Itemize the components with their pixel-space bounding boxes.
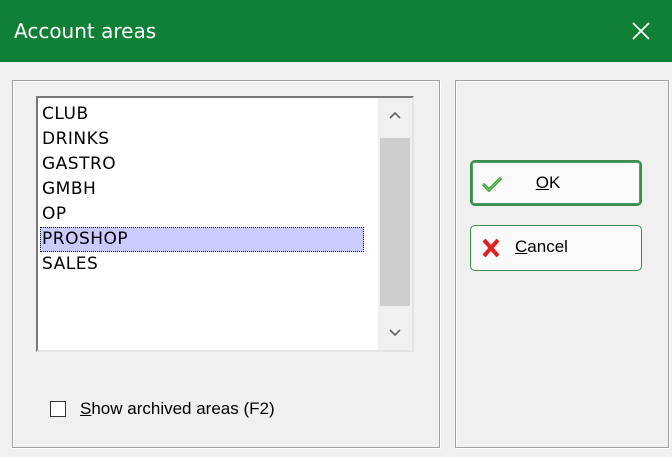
scroll-up-button[interactable] [378,98,412,132]
list-item[interactable]: GASTRO [40,152,364,177]
show-archived-checkbox[interactable] [50,401,66,417]
chevron-down-icon [389,329,401,337]
account-areas-list[interactable]: CLUB DRINKS GASTRO GMBH OP PROSHOP SALES [36,96,414,352]
list-item[interactable]: GMBH [40,177,364,202]
title-bar[interactable]: Account areas [0,0,672,62]
show-archived-checkbox-row[interactable]: Show archived areas (F2) [50,396,275,422]
scroll-thumb[interactable] [380,138,410,306]
cancel-label: Cancel [515,237,587,257]
ok-button[interactable]: OK [470,160,642,206]
red-x-icon [482,238,500,258]
list-item[interactable]: OP [40,202,364,227]
ok-label: OK [512,173,584,193]
scroll-down-button[interactable] [378,316,412,350]
list-item[interactable]: DRINKS [40,127,364,152]
access-key: S [80,399,92,418]
checkmark-icon [481,176,503,193]
close-icon [632,22,650,40]
close-button[interactable] [610,0,672,62]
dialog-body: CLUB DRINKS GASTRO GMBH OP PROSHOP SALES [0,62,672,457]
label-text: ancel [527,237,568,256]
list-item-selected[interactable]: PROSHOP [40,227,364,252]
show-archived-label[interactable]: Show archived areas (F2) [80,399,275,419]
chevron-up-icon [389,111,401,119]
cancel-button[interactable]: Cancel [470,225,642,271]
list-items: CLUB DRINKS GASTRO GMBH OP PROSHOP SALES [40,102,364,277]
label-text: how archived areas (F2) [91,399,275,418]
access-key: O [535,173,549,192]
window-title: Account areas [14,19,157,43]
list-item[interactable]: CLUB [40,102,364,127]
label-text: K [548,173,561,192]
access-key: C [515,237,528,256]
vertical-scrollbar[interactable] [378,98,412,350]
list-item[interactable]: SALES [40,252,364,277]
